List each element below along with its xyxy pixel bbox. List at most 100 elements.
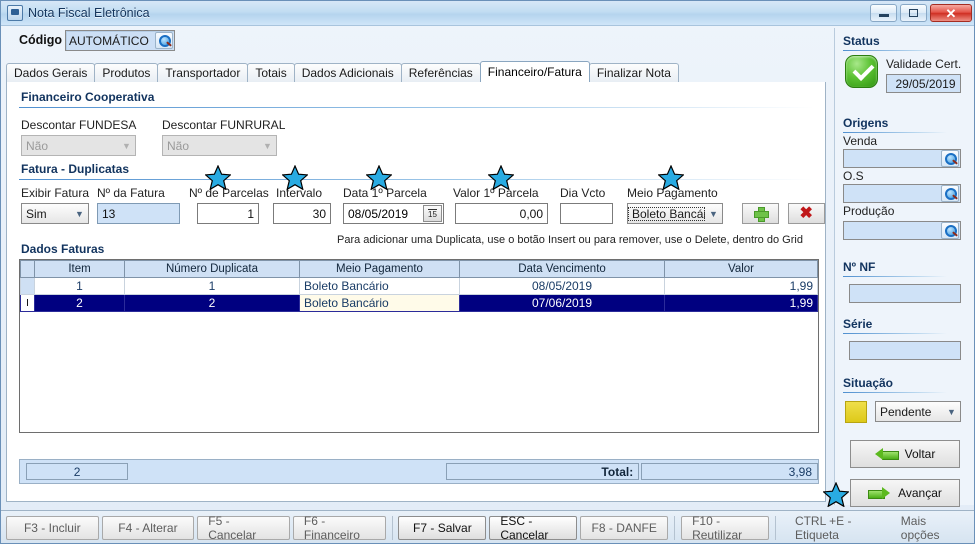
btn-f7-salvar[interactable]: F7 - Salvar <box>398 516 487 540</box>
label-descontar-fundesa: Descontar FUNDESA <box>21 118 137 132</box>
chevron-down-icon: ▼ <box>263 140 272 151</box>
grid-col-data-vencimento[interactable]: Data Vencimento <box>459 260 665 278</box>
input-numero-parcelas[interactable]: 1 <box>197 203 259 224</box>
combo-exibir-fatura-value: Sim <box>26 206 47 221</box>
magnifier-icon[interactable] <box>941 185 959 202</box>
plus-icon <box>754 207 769 222</box>
star-data-primeira-parcela <box>366 165 392 190</box>
sidebar-rule-origens <box>843 132 947 133</box>
chevron-down-icon: ▼ <box>75 208 84 219</box>
tab-totais[interactable]: Totais <box>247 63 295 82</box>
avancar-button[interactable]: Avançar <box>850 479 960 507</box>
combo-exibir-fatura[interactable]: Sim ▼ <box>21 203 89 224</box>
combo-descontar-fundesa-value: Não <box>26 138 49 153</box>
minimize-button[interactable] <box>870 4 897 22</box>
window-title: Nota Fiscal Eletrônica <box>28 6 150 20</box>
grid-col-item[interactable]: Item <box>34 260 125 278</box>
star-meio-pagamento <box>658 165 684 190</box>
tab-dados-gerais[interactable]: Dados Gerais <box>6 63 96 82</box>
sidebar-rule-serie <box>843 333 947 334</box>
financeiro-fatura-panel: Financeiro Cooperativa Descontar FUNDESA… <box>6 82 826 502</box>
grid-col-numero-duplicata[interactable]: Número Duplicata <box>124 260 300 278</box>
voltar-button[interactable]: Voltar <box>850 440 960 468</box>
table-row[interactable]: 1 1 Boleto Bancário 08/05/2019 1,99 <box>20 277 818 295</box>
btn-f8-danfe[interactable]: F8 - DANFE <box>580 516 669 540</box>
sidebar-title-numero-nf: Nº NF <box>843 260 876 274</box>
tab-dados-adicionais[interactable]: Dados Adicionais <box>293 63 402 82</box>
combo-situacao[interactable]: Pendente ▼ <box>875 401 961 422</box>
maximize-button[interactable] <box>900 4 927 22</box>
btn-f10-reutilizar[interactable]: F10 - Reutilizar <box>681 514 769 542</box>
green-check-icon <box>845 55 878 88</box>
bottom-toolbar: F3 - Incluir F4 - Alterar F5 - Cancelar … <box>1 510 974 543</box>
btn-mais-opcoes[interactable]: Mais opções <box>891 514 972 542</box>
input-numero-fatura[interactable]: 13 <box>97 203 180 224</box>
arrow-left-icon <box>874 447 899 461</box>
cell-data-vencimento: 08/05/2019 <box>459 277 665 295</box>
cell-meio-pagamento: Boleto Bancário <box>299 277 460 295</box>
btn-ctrl-e-etiqueta[interactable]: CTRL +E - Etiqueta <box>785 514 888 542</box>
label-dia-vcto: Dia Vcto <box>560 186 606 200</box>
combo-meio-pagamento[interactable]: Boleto Bancário ▼ <box>627 203 723 224</box>
close-button[interactable]: ✕ <box>930 4 972 22</box>
tab-transportador[interactable]: Transportador <box>157 63 249 82</box>
tab-produtos[interactable]: Produtos <box>94 63 159 82</box>
sidebar-title-situacao: Situação <box>843 376 894 390</box>
row-indicator: I <box>20 294 35 312</box>
label-validade-cert: Validade Cert. <box>886 57 962 71</box>
input-data-primeira-parcela[interactable]: 08/05/2019 15 <box>343 203 444 224</box>
sidebar-rule-situacao <box>843 392 947 393</box>
tab-financeiro-fatura[interactable]: Financeiro/Fatura <box>479 61 590 82</box>
add-duplicata-button[interactable] <box>742 203 779 224</box>
combo-meio-pagamento-value: Boleto Bancário <box>628 206 705 221</box>
calendar-icon[interactable]: 15 <box>423 205 442 222</box>
title-bar: Nota Fiscal Eletrônica ✕ <box>1 1 974 26</box>
remove-duplicata-button[interactable]: ✖ <box>788 203 825 224</box>
codigo-field[interactable]: AUTOMÁTICO <box>65 30 175 51</box>
tab-strip: Dados Gerais Produtos Transportador Tota… <box>6 61 826 82</box>
sidebar-rule-status <box>843 50 947 51</box>
grid-col-meio-pagamento[interactable]: Meio Pagamento <box>299 260 460 278</box>
toolbar-separator-1 <box>391 516 393 540</box>
btn-f3-incluir[interactable]: F3 - Incluir <box>6 516 99 540</box>
input-dia-vcto[interactable] <box>560 203 613 224</box>
tab-referencias[interactable]: Referências <box>400 63 481 82</box>
codigo-value: AUTOMÁTICO <box>69 33 149 48</box>
magnifier-icon[interactable] <box>155 32 173 49</box>
cell-meio-pagamento: Boleto Bancário <box>299 294 460 312</box>
table-row[interactable]: I 2 2 Boleto Bancário 07/06/2019 1,99 <box>20 294 818 312</box>
input-origem-producao[interactable] <box>843 221 961 240</box>
input-intervalo[interactable]: 30 <box>273 203 331 224</box>
arrow-right-icon <box>868 486 891 500</box>
nfe-window: Nota Fiscal Eletrônica ✕ Código AUTOMÁTI… <box>0 0 975 544</box>
input-valor-primeira-parcela-value: 0,00 <box>519 206 543 221</box>
input-valor-primeira-parcela[interactable]: 0,00 <box>455 203 548 224</box>
duplicatas-grid[interactable]: Item Número Duplicata Meio Pagamento Dat… <box>19 259 819 433</box>
btn-esc-cancelar[interactable]: ESC - Cancelar <box>489 514 578 542</box>
grid-col-valor[interactable]: Valor <box>664 260 818 278</box>
btn-f6-financeiro[interactable]: F6 - Financeiro <box>292 514 386 542</box>
magnifier-icon[interactable] <box>941 150 959 167</box>
label-descontar-funrural: Descontar FUNRURAL <box>162 118 286 132</box>
input-data-primeira-parcela-value: 08/05/2019 <box>348 206 409 221</box>
btn-f5-cancelar[interactable]: F5 - Cancelar <box>197 514 290 542</box>
combo-descontar-funrural-value: Não <box>167 138 190 153</box>
input-origem-os[interactable] <box>843 184 961 203</box>
section-title-financeiro-cooperativa: Financeiro Cooperativa <box>21 90 155 104</box>
combo-descontar-fundesa[interactable]: Não ▼ <box>21 135 136 156</box>
toolbar-separator-2 <box>674 516 676 540</box>
btn-f4-alterar[interactable]: F4 - Alterar <box>101 516 195 540</box>
magnifier-icon[interactable] <box>941 222 959 239</box>
section-title-fatura-duplicatas: Fatura - Duplicatas <box>21 162 130 176</box>
label-origem-producao: Produção <box>843 204 895 218</box>
window-controls: ✕ <box>870 4 972 22</box>
input-origem-venda[interactable] <box>843 149 961 168</box>
voltar-button-label: Voltar <box>904 447 936 461</box>
input-serie[interactable] <box>849 341 961 360</box>
grid-row-count: 2 <box>26 463 129 480</box>
star-numero-parcelas <box>205 165 231 190</box>
tab-finalizar-nota[interactable]: Finalizar Nota <box>588 63 679 82</box>
input-numero-nf[interactable] <box>849 284 961 303</box>
star-intervalo <box>282 165 308 190</box>
combo-descontar-funrural[interactable]: Não ▼ <box>162 135 277 156</box>
